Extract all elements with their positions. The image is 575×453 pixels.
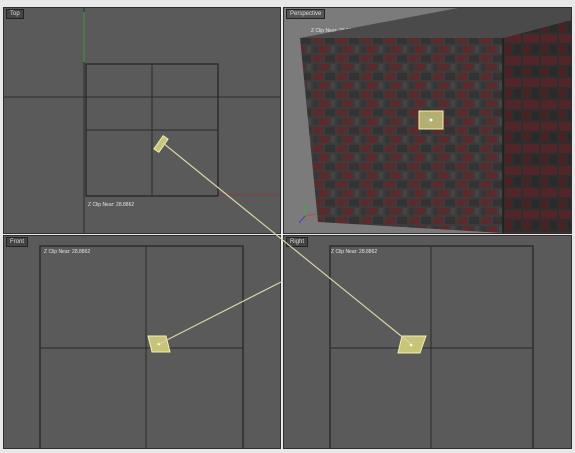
viewport-top[interactable]: Top Z Clip Near: 28.8862 bbox=[3, 7, 281, 234]
viewport-perspective[interactable]: Perspective Z Clip Near: 28.8862 bbox=[283, 7, 572, 234]
clip-readout-right: Z Clip Near: 28.8862 bbox=[331, 249, 378, 255]
viewport-label-perspective[interactable]: Perspective bbox=[286, 9, 326, 19]
clip-readout-perspective: Z Clip Near: 28.8862 bbox=[311, 28, 358, 34]
clip-readout-front: Z Clip Near: 28.8862 bbox=[44, 249, 91, 255]
viewport-label-front[interactable]: Front bbox=[6, 237, 29, 247]
viewport-label-right[interactable]: Right bbox=[286, 237, 309, 247]
clip-readout-top: Z Clip Near: 28.8862 bbox=[88, 202, 135, 208]
viewport-right[interactable]: Right Z Clip Near: 28.8862 bbox=[283, 235, 572, 449]
viewport-front[interactable]: Front Z Clip Near: 28.8862 bbox=[3, 235, 281, 449]
viewport-label-top[interactable]: Top bbox=[6, 9, 24, 19]
